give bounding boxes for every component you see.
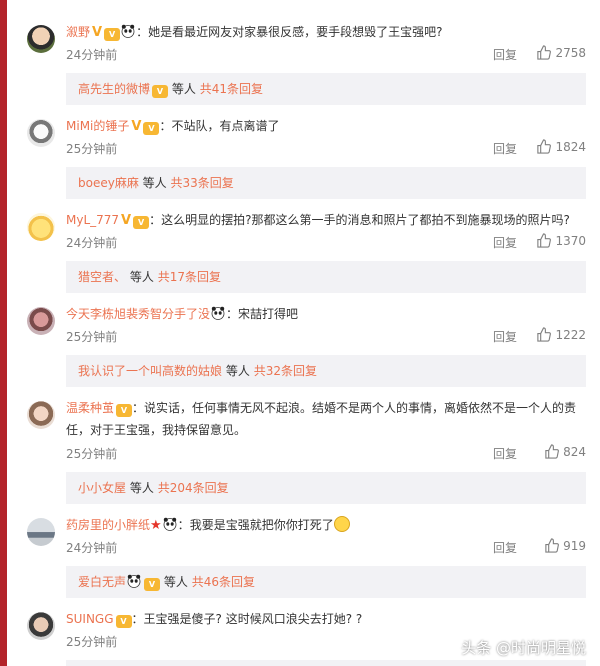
sub-reply-username[interactable]: 猎空者、 <box>78 270 126 284</box>
avatar[interactable] <box>27 119 55 147</box>
comment-text: 不站队，有点离谱了 <box>171 119 280 133</box>
left-red-bar <box>0 0 7 666</box>
thumbs-up-icon <box>537 233 552 248</box>
verified-v-icon: V <box>131 119 142 134</box>
username[interactable]: 温柔种茧 <box>66 401 114 415</box>
like-button[interactable]: 1824 <box>536 139 586 154</box>
panda-emoji-icon <box>127 574 141 588</box>
timestamp: 24分钟前 <box>66 48 118 62</box>
vip-badge-icon: V <box>143 122 160 135</box>
thumbs-up-icon <box>545 538 560 553</box>
thumbs-up-icon <box>537 139 552 154</box>
thumbs-up-icon <box>537 45 552 60</box>
comment-text: 她是看最近网友对家暴很反感，要手段想毁了王宝强吧? <box>148 25 443 39</box>
sub-reply-count-link[interactable]: 共41条回复 <box>200 82 263 96</box>
thumbs-up-icon <box>545 444 560 459</box>
like-button[interactable]: 824 <box>544 444 586 459</box>
watermark: 头条 @时尚明星悦 <box>441 637 586 658</box>
comment-text: 王宝强是傻子? 这时候风口浪尖去打她? ? <box>143 612 363 626</box>
timestamp: 24分钟前 <box>66 236 118 250</box>
sub-replies-summary[interactable]: 高先生的微博 V 等人 共41条回复 <box>66 73 586 105</box>
timestamp: 25分钟前 <box>66 142 118 156</box>
reply-button[interactable]: 回复 <box>493 234 517 251</box>
sub-reply-count-link[interactable]: 共33条回复 <box>171 176 234 190</box>
username[interactable]: 溆野 <box>66 25 90 39</box>
watermark-logo-icon <box>441 638 460 656</box>
username[interactable]: 今天李栋旭裴秀智分手了没 <box>66 307 210 321</box>
panda-emoji-icon <box>121 24 135 38</box>
timestamp: 25分钟前 <box>66 447 118 461</box>
sub-reply-etc: 等人 <box>163 575 188 589</box>
sub-replies-summary[interactable]: 猎空者、 等人 共17条回复 <box>66 261 586 293</box>
like-count: 919 <box>563 539 586 553</box>
sub-reply-count-link[interactable]: 共46条回复 <box>192 575 255 589</box>
avatar[interactable] <box>27 401 55 429</box>
username[interactable]: 药房里的小胖纸 <box>66 518 150 532</box>
sub-replies-summary[interactable]: 我认识了一个叫高数的姑娘 等人 共32条回复 <box>66 355 586 387</box>
reply-button[interactable]: 回复 <box>493 328 517 345</box>
like-button[interactable]: 1222 <box>536 327 586 342</box>
sub-reply-etc: 等人 <box>171 82 196 96</box>
like-count: 824 <box>563 445 586 459</box>
like-button[interactable]: 2758 <box>536 45 586 60</box>
sub-reply-username[interactable]: 高先生的微博 <box>78 82 150 96</box>
sub-reply-username[interactable]: boeey麻麻 <box>78 176 139 190</box>
avatar[interactable] <box>27 518 55 546</box>
sub-reply-etc: 等人 <box>142 176 167 190</box>
sub-replies-summary[interactable]: 小小女屋 等人 共204条回复 <box>66 472 586 504</box>
sub-reply-username[interactable]: 爱白无声 <box>78 575 126 589</box>
smile-emoji-icon <box>333 516 350 532</box>
avatar[interactable] <box>27 213 55 241</box>
comment-text-continued: 任，对于王宝强，我持保留意见。 <box>66 423 247 437</box>
sub-reply-count-link[interactable]: 共32条回复 <box>254 364 317 378</box>
sub-reply-etc: 等人 <box>225 364 250 378</box>
like-count: 1824 <box>555 140 586 154</box>
reply-button[interactable]: 回复 <box>493 140 517 157</box>
verified-v-icon: V <box>121 213 132 228</box>
sub-reply-username[interactable]: 小小女屋 <box>78 481 126 495</box>
avatar[interactable] <box>27 612 55 640</box>
thumbs-up-icon <box>537 327 552 342</box>
reply-button[interactable]: 回复 <box>493 539 517 556</box>
reply-button[interactable]: 回复 <box>493 445 517 462</box>
like-button[interactable]: 1370 <box>536 233 586 248</box>
vip-badge-icon: V <box>133 216 150 229</box>
star-badge-icon: ★ <box>150 518 162 533</box>
timestamp: 25分钟前 <box>66 635 118 649</box>
comment-text: 这么明显的摆拍?那都这么第一手的消息和照片了都拍不到施暴现场的照片吗? <box>161 213 570 227</box>
comment-text: 我要是宝强就把你你打死了 <box>189 518 334 532</box>
username[interactable]: MiMi的锤子 <box>66 119 129 133</box>
vip-badge-icon: V <box>104 28 121 41</box>
panda-emoji-icon <box>211 306 225 320</box>
sub-reply-username[interactable]: 我认识了一个叫高数的姑娘 <box>78 364 222 378</box>
like-count: 1222 <box>555 328 586 342</box>
vip-badge-icon: V <box>115 615 132 628</box>
verified-v-icon: V <box>92 25 103 40</box>
sub-reply-count-link[interactable]: 共204条回复 <box>158 481 229 495</box>
reply-button[interactable]: 回复 <box>493 46 517 63</box>
like-count: 1370 <box>555 234 586 248</box>
sub-replies-summary[interactable]: 爱白无声 V 等人 共46条回复 <box>66 566 586 598</box>
panda-emoji-icon <box>163 517 177 531</box>
sub-replies-summary[interactable] <box>66 660 586 666</box>
vip-badge-icon: V <box>144 578 161 591</box>
avatar[interactable] <box>27 25 55 53</box>
timestamp: 25分钟前 <box>66 330 118 344</box>
username[interactable]: MyL_777 <box>66 213 119 227</box>
sub-reply-count-link[interactable]: 共17条回复 <box>158 270 221 284</box>
vip-badge-icon: V <box>116 404 133 417</box>
like-count: 2758 <box>555 46 586 60</box>
like-button[interactable]: 919 <box>544 538 586 553</box>
username[interactable]: SUINGG <box>66 612 114 626</box>
vip-badge-icon: V <box>152 85 169 98</box>
avatar[interactable] <box>27 307 55 335</box>
timestamp: 24分钟前 <box>66 541 118 555</box>
sub-reply-etc: 等人 <box>129 481 154 495</box>
comment-text: 说实话，任何事情无风不起浪。结婚不是两个人的事情，离婚依然不是一个人的责 <box>144 401 577 415</box>
sub-replies-summary[interactable]: boeey麻麻 等人 共33条回复 <box>66 167 586 199</box>
comment-text: 宋喆打得吧 <box>238 307 299 321</box>
sub-reply-etc: 等人 <box>129 270 154 284</box>
